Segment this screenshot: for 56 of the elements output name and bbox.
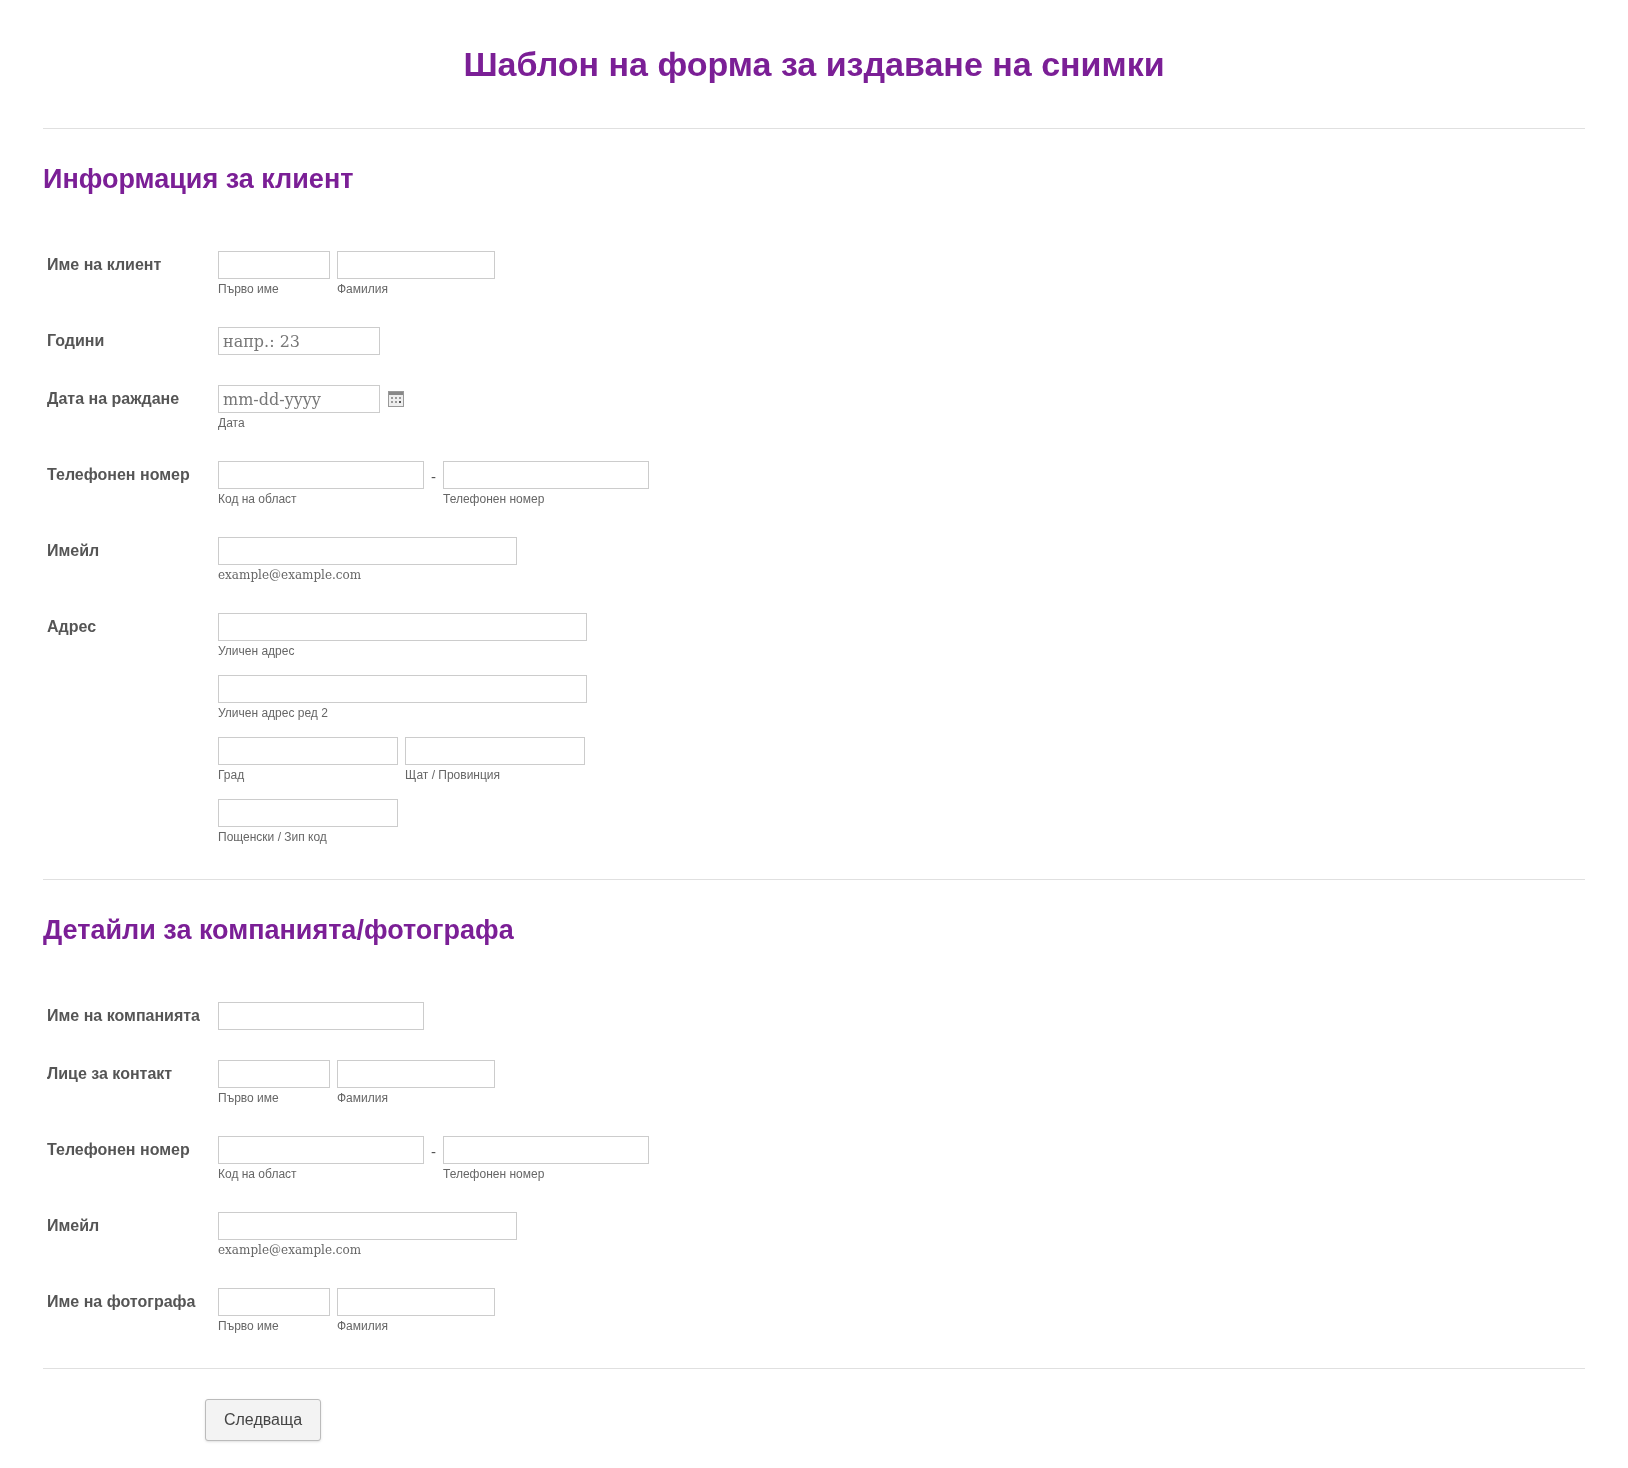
field-label: Телефонен номер bbox=[46, 1140, 191, 1159]
field-hint: Фамилия bbox=[337, 1091, 389, 1106]
field-hint: example@example.com bbox=[218, 568, 363, 583]
field-hint: Фамилия bbox=[337, 282, 389, 297]
field-hint: Дата bbox=[218, 416, 246, 431]
field-label: Лице за контакт bbox=[46, 1064, 174, 1083]
section-heading: Информация за клиент bbox=[43, 163, 355, 195]
input-field[interactable] bbox=[218, 1288, 330, 1316]
form-title: Шаблон на форма за издаване на снимки bbox=[462, 44, 1166, 84]
input-field[interactable] bbox=[218, 1002, 424, 1030]
input-field[interactable] bbox=[443, 1136, 649, 1164]
input-field[interactable] bbox=[218, 251, 330, 279]
input-field[interactable] bbox=[337, 1288, 495, 1316]
input-field[interactable] bbox=[443, 461, 649, 489]
field-hint: Първо име bbox=[218, 1319, 280, 1334]
field-hint: Първо име bbox=[218, 282, 280, 297]
field-label: Адрес bbox=[46, 617, 98, 636]
input-field[interactable] bbox=[337, 1060, 495, 1088]
input-field[interactable]: напр.: 23 bbox=[218, 327, 380, 355]
field-hint: Фамилия bbox=[337, 1319, 389, 1334]
input-field[interactable] bbox=[218, 737, 398, 765]
field-hint: example@example.com bbox=[218, 1243, 363, 1258]
field-label: Име на клиент bbox=[46, 255, 163, 274]
section-heading: Детайли за компанията/фотографа bbox=[43, 914, 515, 946]
input-field[interactable] bbox=[218, 1060, 330, 1088]
input-field[interactable] bbox=[405, 737, 585, 765]
field-hint: Телефонен номер bbox=[443, 492, 546, 507]
next-button[interactable]: Следваща bbox=[205, 1399, 321, 1441]
field-label: Имейл bbox=[46, 541, 101, 560]
dash-separator: - bbox=[431, 1142, 436, 1162]
field-hint: Щат / Провинция bbox=[405, 768, 502, 783]
field-hint: Уличен адрес ред 2 bbox=[218, 706, 329, 721]
field-hint: Код на област bbox=[218, 492, 298, 507]
field-hint: Код на област bbox=[218, 1167, 298, 1182]
calendar-icon[interactable] bbox=[388, 391, 404, 407]
input-field[interactable] bbox=[218, 799, 398, 827]
field-hint: Телефонен номер bbox=[443, 1167, 546, 1182]
field-label: Дата на раждане bbox=[46, 389, 181, 408]
field-label: Телефонен номер bbox=[46, 465, 191, 484]
input-field[interactable] bbox=[218, 613, 587, 641]
input-field[interactable] bbox=[218, 461, 424, 489]
field-hint: Град bbox=[218, 768, 246, 783]
input-field[interactable] bbox=[337, 251, 495, 279]
field-hint: Уличен адрес bbox=[218, 644, 296, 659]
field-hint: Първо име bbox=[218, 1091, 280, 1106]
input-field[interactable] bbox=[218, 1212, 517, 1240]
field-label: Години bbox=[46, 331, 106, 350]
input-field[interactable]: mm-dd-yyyy bbox=[218, 385, 380, 413]
field-label: Имейл bbox=[46, 1216, 101, 1235]
input-field[interactable] bbox=[218, 675, 587, 703]
field-label: Име на компанията bbox=[46, 1006, 201, 1025]
dash-separator: - bbox=[431, 467, 436, 487]
field-hint: Пощенски / Зип код bbox=[218, 830, 328, 845]
field-label: Име на фотографа bbox=[46, 1292, 197, 1311]
input-field[interactable] bbox=[218, 537, 517, 565]
input-field[interactable] bbox=[218, 1136, 424, 1164]
